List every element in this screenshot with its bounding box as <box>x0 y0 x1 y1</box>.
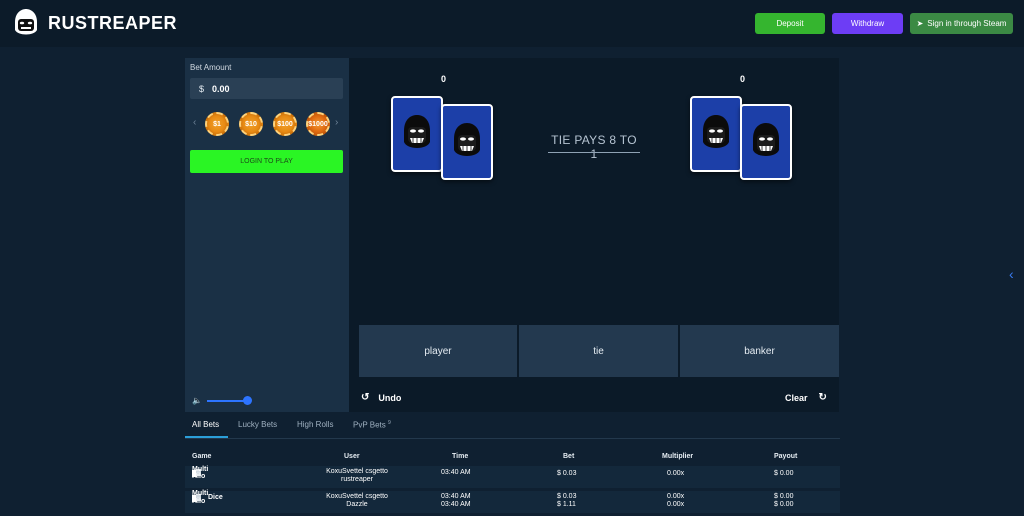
bet-amount-input[interactable]: $ 0.00 <box>190 78 343 99</box>
chip-selector: ‹ $1 $10 $100 $1000 › <box>190 112 343 136</box>
divider <box>548 152 640 153</box>
table-header: Game User Time Bet Multiplier Payout <box>185 448 840 466</box>
banker-bet-button[interactable]: banker <box>680 325 839 377</box>
column-header: Bet <box>563 453 575 460</box>
bet-cell: $ 0.03 <box>557 470 577 477</box>
bet-cell: $ 0.03 $ 1.11 <box>557 493 576 509</box>
reaper-face-icon <box>402 114 432 152</box>
active-tab-indicator <box>185 436 228 438</box>
user-name: KoxuSvettel csgetto <box>326 493 388 500</box>
banker-card-1 <box>690 96 742 172</box>
bets-tabs: All Bets Lucky Bets High Rolls PvP Bets … <box>185 418 840 439</box>
user-site: rustreaper <box>341 476 373 483</box>
top-bar: RUSTREAPER Deposit Withdraw ➤ Sign in th… <box>0 0 1024 47</box>
chip-1[interactable]: $1 <box>205 112 229 136</box>
chevron-left-icon[interactable]: ‹ <box>193 117 196 128</box>
multiplier-value: 0.00x <box>667 501 685 508</box>
banker-card-2 <box>740 104 792 180</box>
pvp-count: 9 <box>388 420 391 426</box>
time-value: 03:40 AM <box>441 501 471 508</box>
undo-button[interactable]: ↺ Undo <box>361 392 401 403</box>
withdraw-button[interactable]: Withdraw <box>832 13 903 34</box>
tab-lucky-bets[interactable]: Lucky Bets <box>238 420 277 429</box>
bet-amount-value: 0.00 <box>212 83 230 94</box>
table-row[interactable]: Multi Hilo Dice KoxuSvettel csgetto Dazz… <box>185 490 840 513</box>
bet-value: $ 1.11 <box>557 501 576 508</box>
chip-10[interactable]: $10 <box>239 112 263 136</box>
time-cell: 03:40 AM <box>441 469 471 476</box>
volume-slider-knob[interactable] <box>243 396 252 405</box>
payout-value: $ 0.00 <box>774 501 794 508</box>
game-name: Dice <box>208 494 223 501</box>
multiplier-cell: 0.00x <box>667 470 685 477</box>
steam-signin-button[interactable]: ➤ Sign in through Steam <box>910 13 1013 34</box>
bets-table: Game User Time Bet Multiplier Payout Mul… <box>185 448 840 516</box>
column-header: Multiplier <box>662 453 694 460</box>
game-name: Multi Hilo <box>192 466 209 480</box>
chevron-left-icon[interactable]: ‹ <box>1009 266 1014 282</box>
bet-amount-label: Bet Amount <box>190 63 232 72</box>
deposit-button[interactable]: Deposit <box>755 13 825 34</box>
login-to-play-button[interactable]: LOGIN TO PLAY <box>190 150 343 173</box>
player-bet-button[interactable]: player <box>359 325 517 377</box>
game-cell: Multi Hilo <box>192 466 209 480</box>
volume-track[interactable] <box>207 400 247 402</box>
game-line: Multi Hilo <box>192 490 208 505</box>
bet-panel: Bet Amount $ 0.00 ‹ $1 $10 $100 $1000 › … <box>185 58 349 412</box>
undo-label: Undo <box>378 392 402 403</box>
reaper-face-icon <box>751 122 781 160</box>
steam-icon: ➤ <box>916 19 924 28</box>
tie-bet-button[interactable]: tie <box>519 325 678 377</box>
banker-score: 0 <box>740 74 746 84</box>
payout-value: $ 0.00 <box>774 493 794 500</box>
column-header: Payout <box>774 453 798 460</box>
player-card-2 <box>441 104 493 180</box>
player-card-1 <box>391 96 443 172</box>
speaker-icon[interactable]: 🔈 <box>192 396 202 405</box>
player-score: 0 <box>441 74 447 84</box>
column-header: Time <box>452 453 469 460</box>
volume-control: 🔈 <box>192 396 262 406</box>
clear-label: Clear <box>785 392 808 403</box>
baccarat-table: 0 0 TIE PAYS 8 TO 1 player tie banker ↺ … <box>349 58 839 412</box>
bet-value: $ 0.03 <box>557 493 577 500</box>
clear-button[interactable]: Clear ↻ <box>785 392 827 403</box>
brand-name: RUSTREAPER <box>48 12 178 33</box>
chip-1000[interactable]: $1000 <box>306 112 330 136</box>
table-row[interactable]: Multi Hilo KoxuSvettel csgetto rustreape… <box>185 466 840 488</box>
column-header: User <box>344 453 360 460</box>
undo-icon: ↺ <box>361 392 370 403</box>
tab-pvp-label: PvP Bets <box>353 420 386 430</box>
logo[interactable]: RUSTREAPER <box>12 8 177 38</box>
chevron-right-icon[interactable]: › <box>335 117 338 128</box>
currency-symbol: $ <box>199 83 205 94</box>
tab-high-rolls[interactable]: High Rolls <box>297 420 333 429</box>
time-cell: 03:40 AM 03:40 AM <box>441 493 471 509</box>
multiplier-value: 0.00x <box>667 493 685 500</box>
user-cell: KoxuSvettel csgetto rustreaper <box>312 468 402 484</box>
payout-cell: $ 0.00 <box>774 470 794 477</box>
tab-all-bets[interactable]: All Bets <box>192 420 219 429</box>
user-name: Dazzle <box>346 501 368 508</box>
user-name: KoxuSvettel csgetto <box>326 468 388 475</box>
reaper-logo-icon <box>12 8 40 38</box>
multiplier-cell: 0.00x 0.00x <box>667 493 684 509</box>
reaper-face-icon <box>701 114 731 152</box>
user-cell: KoxuSvettel csgetto Dazzle <box>312 493 402 509</box>
chip-100[interactable]: $100 <box>273 112 297 136</box>
refresh-icon: ↻ <box>818 392 827 403</box>
time-value: 03:40 AM <box>441 493 471 500</box>
reaper-face-icon <box>452 122 482 160</box>
tie-payout-text: TIE PAYS 8 TO 1 <box>551 133 637 161</box>
payout-cell: $ 0.00 $ 0.00 <box>774 493 793 509</box>
tab-pvp-bets[interactable]: PvP Bets 9 <box>353 420 391 430</box>
column-header: Game <box>192 453 212 460</box>
steam-signin-label: Sign in through Steam <box>927 19 1007 28</box>
